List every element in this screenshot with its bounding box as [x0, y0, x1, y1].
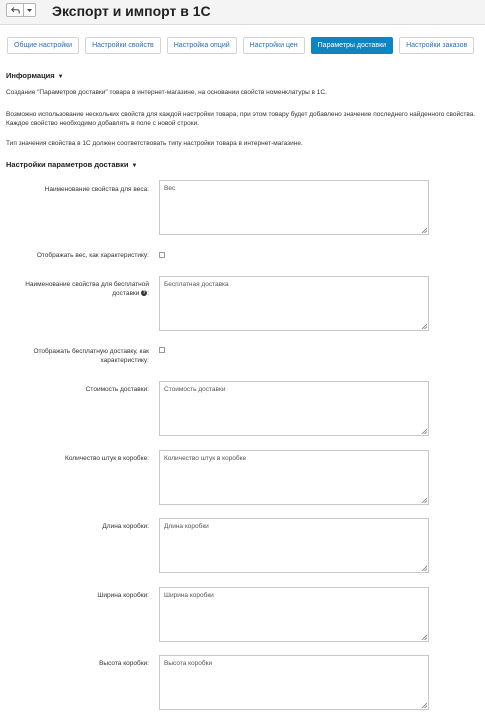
- free-delivery-name-label-text: доставки: [112, 290, 140, 297]
- free-delivery-name-textarea[interactable]: Бесплатная доставка: [159, 276, 429, 331]
- box-length-label: Длина коробки:: [102, 523, 149, 530]
- weight-name-label: Наименование свойства для веса:: [44, 186, 149, 193]
- tab-order-settings[interactable]: Настройки заказов: [399, 37, 475, 54]
- box-width-value: Ширина коробки: [164, 592, 214, 599]
- dropdown-button[interactable]: [24, 3, 36, 17]
- free-delivery-name-value: Бесплатная доставка: [164, 281, 229, 288]
- box-quantity-value: Количество штук в коробке: [164, 455, 247, 462]
- box-width-textarea[interactable]: Ширина коробки: [159, 587, 429, 642]
- caret-down-icon: ▼: [131, 163, 138, 169]
- show-free-delivery-label-line-1: Отображать бесплатную доставку, как: [33, 348, 149, 355]
- info-paragraph-2-line-2: Каждое свойство необходимо добавлять в п…: [6, 120, 200, 127]
- delivery-cost-value: Стоимость доставки: [164, 386, 226, 393]
- info-section-title: Информация: [6, 71, 55, 80]
- show-free-delivery-checkbox[interactable]: [159, 347, 165, 353]
- resize-grip-icon[interactable]: [421, 428, 427, 434]
- info-paragraph-3: Тип значения свойства в 1С должен соотве…: [6, 140, 303, 147]
- top-toolbar: Экспорт и импорт в 1С: [0, 0, 485, 25]
- weight-name-value: Вес: [164, 185, 176, 192]
- resize-grip-icon[interactable]: [421, 565, 427, 571]
- box-height-label: Высота коробки:: [99, 660, 149, 667]
- box-quantity-label: Количество штук в коробке:: [65, 455, 149, 462]
- page-title: Экспорт и импорт в 1С: [52, 3, 211, 19]
- box-length-textarea[interactable]: Длина коробки: [159, 518, 429, 573]
- back-button[interactable]: [6, 3, 24, 17]
- box-length-value: Длина коробки: [164, 523, 209, 530]
- box-quantity-textarea[interactable]: Количество штук в коробке: [159, 450, 429, 505]
- resize-grip-icon[interactable]: [421, 634, 427, 640]
- show-free-delivery-label-line-2: характеристику:: [100, 357, 149, 364]
- delivery-settings-header[interactable]: Настройки параметров доставки ▼: [6, 160, 137, 169]
- back-arrow-icon: [10, 6, 20, 13]
- resize-grip-icon[interactable]: [421, 702, 427, 708]
- settings-tabs: Общие настройки Настройки свойств Настро…: [7, 37, 475, 54]
- info-paragraph-1: Создание "Параметров доставки" товара в …: [6, 89, 327, 96]
- tab-properties-settings[interactable]: Настройки свойств: [85, 37, 161, 54]
- info-paragraph-2-line-1: Возможно использование нескольких свойст…: [6, 111, 476, 118]
- caret-down-icon: ▼: [57, 74, 64, 80]
- box-width-label: Ширина коробки:: [97, 592, 149, 599]
- free-delivery-name-label-line-2: доставки ?:: [9, 289, 149, 298]
- weight-name-textarea[interactable]: Вес: [159, 180, 429, 235]
- tab-options-settings[interactable]: Настройка опций: [166, 37, 237, 54]
- show-weight-label: Отображать вес, как характеристику:: [36, 252, 149, 259]
- show-weight-checkbox[interactable]: [159, 252, 165, 258]
- delivery-settings-title: Настройки параметров доставки: [6, 160, 129, 169]
- box-height-value: Высота коробки: [164, 660, 213, 667]
- nav-button-group: [6, 3, 36, 17]
- caret-down-icon: [27, 8, 32, 12]
- delivery-cost-textarea[interactable]: Стоимость доставки: [159, 381, 429, 436]
- delivery-cost-label: Стоимость доставки:: [85, 386, 149, 393]
- free-delivery-label-colon: :: [147, 290, 149, 297]
- tab-general-settings[interactable]: Общие настройки: [7, 37, 80, 54]
- resize-grip-icon[interactable]: [421, 497, 427, 503]
- tab-delivery-parameters[interactable]: Параметры доставки: [310, 37, 394, 54]
- resize-grip-icon[interactable]: [421, 323, 427, 329]
- info-section-header[interactable]: Информация ▼: [6, 71, 64, 80]
- box-height-textarea[interactable]: Высота коробки: [159, 655, 429, 710]
- free-delivery-name-label-line-1: Наименование свойства для бесплатной: [25, 281, 149, 288]
- resize-grip-icon[interactable]: [421, 227, 427, 233]
- tab-price-settings[interactable]: Настройки цен: [242, 37, 305, 54]
